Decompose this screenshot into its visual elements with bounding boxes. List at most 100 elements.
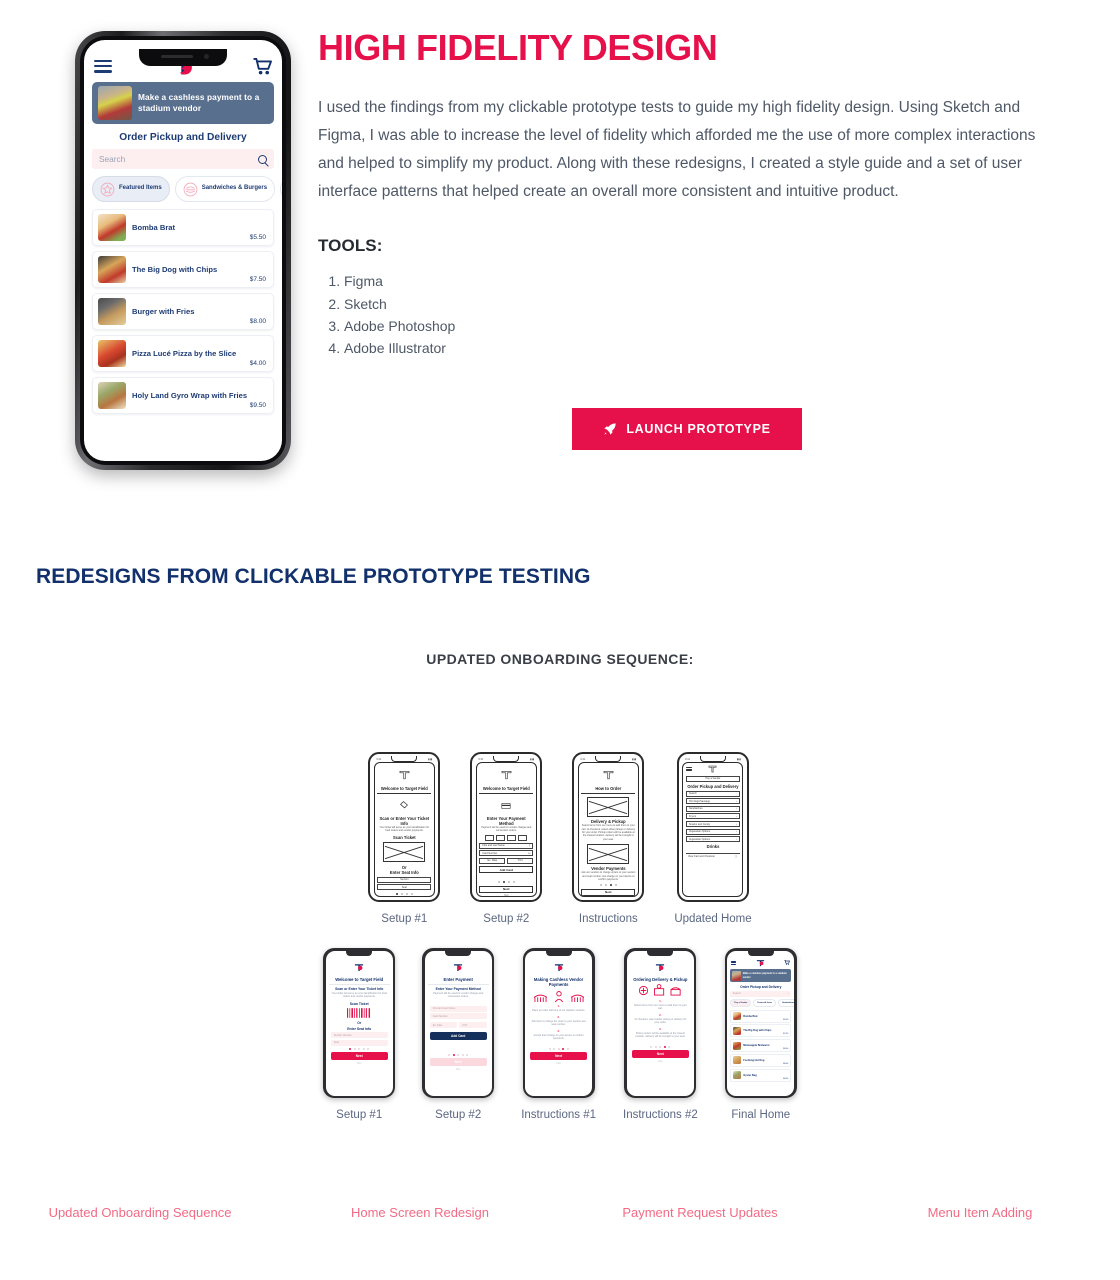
expiry-field[interactable]: Ex. Date (429, 1022, 458, 1029)
title-section: How to Order (581, 786, 636, 795)
visa-icon[interactable] (485, 834, 495, 841)
item-name: Bomba Brat (132, 222, 176, 232)
skip-link[interactable]: Skip (627, 1060, 694, 1063)
item-price: $9.50 (249, 402, 266, 409)
pagination-dots (425, 1053, 492, 1056)
search-field[interactable]: Search ◌ (685, 790, 740, 797)
list-item[interactable]: Burger with Fries $8.00 (92, 293, 274, 330)
caption: Setup #1 (381, 913, 428, 925)
add-card-button[interactable]: Add Card (429, 1031, 487, 1040)
chip-sandwiches-burgers[interactable]: Sandwiches & Burgers (174, 176, 276, 202)
step-text: Select items from our menu to add them t… (633, 1003, 687, 1011)
launch-prototype-button[interactable]: LAUNCH PROTOTYPE (572, 408, 802, 450)
hamburger-menu-icon[interactable] (685, 767, 692, 771)
chip-label: Sandwiches & Burgers (201, 185, 268, 192)
list-item[interactable]: Bomba Brat $5.50 (92, 209, 274, 246)
chip-snacks-candy[interactable]: Snacks & Candy (280, 176, 282, 202)
launch-button-label: LAUNCH PROTOTYPE (626, 422, 771, 436)
nav-link-home-screen-redesign[interactable]: Home Screen Redesign (280, 1205, 560, 1220)
category-vegetarian-1[interactable]: Vegetarian Options › (685, 828, 740, 835)
category-snacks-candy[interactable]: Snacks and Candy › (685, 821, 740, 828)
cashless-payment-banner[interactable]: Make a cashless payment to a stadium ven… (730, 969, 792, 982)
hamburger-menu-icon[interactable] (731, 960, 737, 965)
mastercard-icon[interactable] (496, 834, 506, 841)
add-card-button[interactable]: Add Card (479, 866, 534, 874)
chip-pay-vendor[interactable]: Pay a Vendor (730, 999, 752, 1007)
seat-field[interactable]: Seat (330, 1039, 388, 1046)
step-text: Place an order with one of our stadium v… (532, 1009, 586, 1012)
item-name: Burger with Fries (132, 306, 195, 316)
screen-sub: Scan or Enter Your Ticket Info (335, 986, 384, 991)
step-text: Pickup orders will be available at the c… (635, 1031, 686, 1039)
nav-link-payment-request-updates[interactable]: Payment Request Updates (560, 1205, 840, 1220)
pagination-dots (525, 1047, 592, 1050)
apple-pay-icon[interactable] (507, 834, 517, 841)
cashless-payment-banner[interactable]: Make a cashless payment to a stadium ven… (92, 82, 274, 124)
list-item[interactable]: The Big Dog with Chips $7.50 (730, 1024, 792, 1038)
tc-logo-icon (326, 959, 393, 977)
scan-placeholder-image[interactable] (383, 842, 426, 863)
next-button[interactable]: Next (530, 1051, 588, 1060)
list-item[interactable]: Footlong Hot Dog $8.00 (730, 1053, 792, 1067)
list-item[interactable]: Oyster Bag $6.50 (730, 1068, 792, 1082)
list-item[interactable]: Bomba Brat $5.50 (730, 1009, 792, 1023)
list-item[interactable]: Pizza Lucé Pizza by the Slice $4.00 (92, 335, 274, 372)
payment-method-icons (479, 834, 533, 841)
next-button[interactable]: Next (479, 885, 534, 893)
caption: Setup #2 (483, 913, 530, 925)
category-fryers[interactable]: Fryers › (685, 813, 740, 820)
order-section-heading: Order Pickup and Delivery (119, 132, 247, 143)
card-number-field[interactable]: Card Number (429, 1013, 487, 1020)
chip-featured-items[interactable]: Featured Items (753, 999, 777, 1007)
wireframe-title: Welcome to Target Field (482, 786, 530, 791)
search-input[interactable]: Search (92, 149, 274, 169)
category-sandwiches[interactable]: Sandwiches › (685, 805, 740, 812)
pay-vendor-button[interactable]: Pay a Vendor (685, 775, 740, 782)
phone-notch (139, 49, 227, 66)
step-text: Ask them to charge the order to your sec… (531, 1019, 586, 1027)
next-button[interactable]: Next (581, 888, 636, 896)
skip-link[interactable]: Skip (525, 1062, 592, 1065)
cart-icon[interactable] (784, 960, 791, 965)
wireframe-desc: Your ticket will serve as your identific… (379, 825, 430, 833)
onboarding-subheading: UPDATED ONBOARDING SEQUENCE: (426, 651, 694, 667)
cvv-field[interactable]: CVV (459, 1022, 487, 1029)
category-vegetarian-2[interactable]: Vegetarian Options › (685, 836, 740, 843)
list-item[interactable]: The Big Dog with Chips $7.50 (92, 251, 274, 288)
section-number-field[interactable]: Section Number (330, 1032, 388, 1039)
next-button[interactable]: Next (330, 1052, 388, 1061)
hamburger-menu-icon[interactable] (94, 59, 112, 73)
next-button[interactable]: Next (429, 1057, 487, 1066)
banner-text: Make a cashless payment to a stadium ven… (742, 972, 787, 979)
search-icon: ⌕ (787, 992, 789, 995)
search-placeholder: Search (732, 992, 741, 995)
category-hot-dogs[interactable]: Hot Dogs/Sausage › (685, 798, 740, 805)
skip-link[interactable]: Skip (425, 1068, 492, 1071)
category-drinks[interactable]: Drinks (686, 844, 740, 849)
nav-link-menu-item-adding[interactable]: Menu Item Adding (840, 1205, 1120, 1220)
cvv-field[interactable]: CVV (507, 857, 534, 864)
amex-icon[interactable] (518, 834, 528, 841)
skip-link[interactable]: Skip (479, 894, 533, 896)
barcode-icon[interactable] (326, 1008, 393, 1018)
list-item[interactable]: Minneapple Bratwurst $6.00 (730, 1039, 792, 1053)
card-icon (479, 796, 533, 814)
name-field[interactable]: First and Last Name (429, 1005, 487, 1012)
skip-link[interactable]: Skip (326, 1062, 393, 1065)
section-field[interactable]: Section (377, 876, 432, 883)
search-input[interactable]: Search ⌕ (730, 990, 792, 997)
name-field[interactable]: First and Last Name ▯ (479, 842, 534, 849)
item-price: $8.00 (783, 1062, 789, 1065)
list-item[interactable]: Holy Land Gyro Wrap with Fries $9.50 (92, 377, 274, 414)
page-title: HIGH FIDELITY DESIGN (318, 27, 718, 68)
view-cart-checkout[interactable]: View Cart and Checkout 🛒 (685, 853, 740, 859)
expiry-field[interactable]: Ex. Date (479, 857, 506, 864)
tool-item: Adobe Illustrator (344, 337, 1058, 359)
chip-featured-items[interactable]: Featured Items (92, 176, 170, 202)
tc-logo-icon (581, 767, 635, 785)
seat-field[interactable]: Seat (377, 884, 432, 891)
nav-link-updated-onboarding-sequence[interactable]: Updated Onboarding Sequence (0, 1205, 280, 1220)
cart-icon[interactable] (253, 57, 272, 75)
next-button[interactable]: Next (631, 1049, 689, 1058)
chip-sandwiches-burgers[interactable]: Sandwiches & Burgers (778, 999, 795, 1007)
